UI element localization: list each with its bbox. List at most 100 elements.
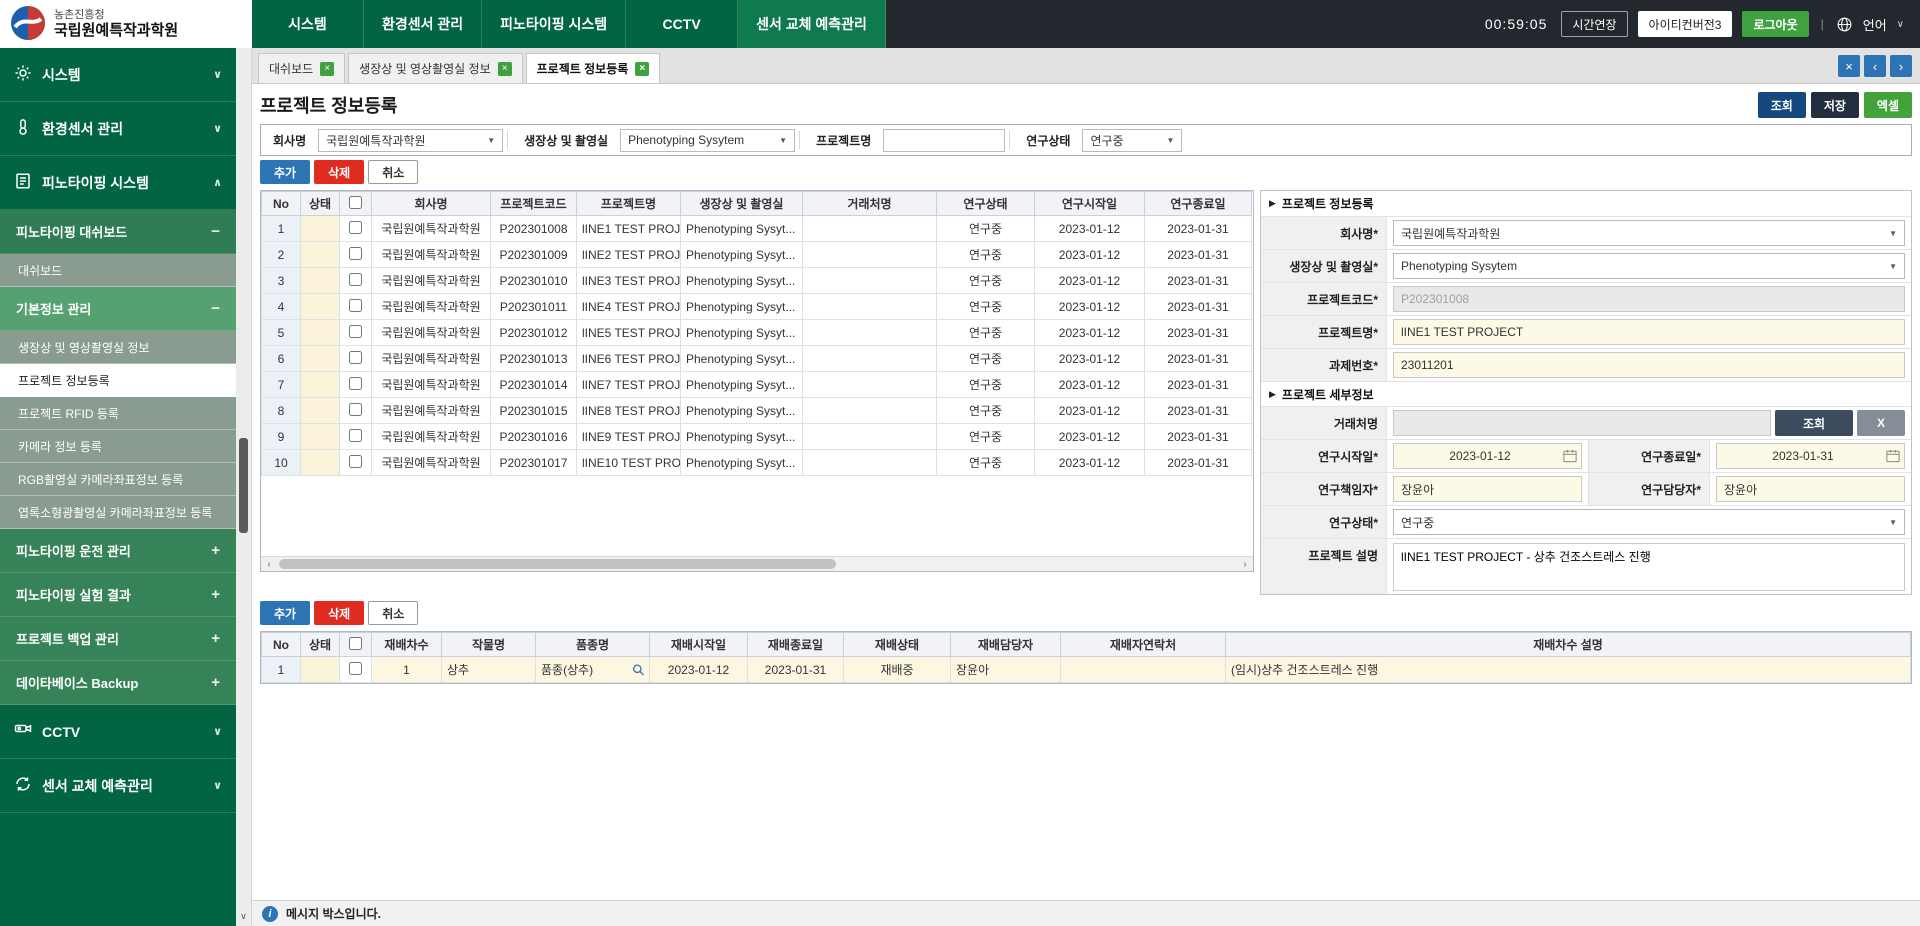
nav-item[interactable]: 시스템 xyxy=(252,0,364,48)
sidebar-item[interactable]: 피노타이핑 시스템∧ xyxy=(0,156,236,210)
globe-icon[interactable] xyxy=(1836,16,1853,33)
next-tab-button[interactable]: › xyxy=(1890,55,1912,77)
table-row[interactable]: 3국립원예특작과학원P202301010lINE3 TEST PROJECTPh… xyxy=(262,268,1252,294)
scrollbar-handle[interactable] xyxy=(239,438,248,533)
table-row[interactable]: 5국립원예특작과학원P202301012lINE5 TEST PROJECTPh… xyxy=(262,320,1252,346)
row-checkbox[interactable] xyxy=(349,662,362,675)
add-crop-row-button[interactable]: 추가 xyxy=(260,601,310,625)
table-row[interactable]: 1국립원예특작과학원P202301008lINE1 TEST PROJECTPh… xyxy=(262,216,1252,242)
filter-status-select[interactable]: 연구중 ▼ xyxy=(1082,129,1182,152)
filter-chamber-select[interactable]: Phenotyping Sysytem ▼ xyxy=(620,129,795,152)
sidebar-item[interactable]: 기본정보 관리− xyxy=(0,287,236,331)
filter-company-select[interactable]: 국립원예특작과학원 ▼ xyxy=(318,129,503,152)
client-clear-button[interactable]: X xyxy=(1857,410,1905,436)
close-tab-button[interactable]: × xyxy=(1838,55,1860,77)
sidebar-item[interactable]: 피노타이핑 운전 관리+ xyxy=(0,529,236,573)
horizontal-scrollbar[interactable]: ‹ › xyxy=(261,556,1253,571)
scroll-right-arrow[interactable]: › xyxy=(1237,559,1253,570)
company-select[interactable]: 국립원예특작과학원 ▼ xyxy=(1393,220,1905,246)
start-date-input[interactable] xyxy=(1393,443,1582,469)
sidebar-item[interactable]: 환경센서 관리∨ xyxy=(0,102,236,156)
sidebar-item[interactable]: 카메라 정보 등록 xyxy=(0,430,236,463)
search-icon[interactable] xyxy=(632,663,645,676)
row-checkbox[interactable] xyxy=(349,221,362,234)
filter-project-input[interactable] xyxy=(883,129,1005,152)
manager-input[interactable] xyxy=(1716,476,1905,502)
cancel-button[interactable]: 취소 xyxy=(368,160,418,184)
project-description-textarea[interactable]: lINE1 TEST PROJECT - 상추 건조스트레스 진행 xyxy=(1393,543,1905,591)
add-row-button[interactable]: 추가 xyxy=(260,160,310,184)
language-label[interactable]: 언어 xyxy=(1863,15,1887,34)
save-button[interactable]: 저장 xyxy=(1811,92,1859,118)
row-checkbox[interactable] xyxy=(349,325,362,338)
row-checkbox[interactable] xyxy=(349,455,362,468)
user-button[interactable]: 아이티컨버전3 xyxy=(1638,11,1733,37)
row-checkbox[interactable] xyxy=(349,299,362,312)
table-row[interactable]: 2국립원예특작과학원P202301009lINE2 TEST PROJECTPh… xyxy=(262,242,1252,268)
table-row[interactable]: 9국립원예특작과학원P202301016lINE9 TEST PROJECTPh… xyxy=(262,424,1252,450)
leader-input[interactable] xyxy=(1393,476,1582,502)
scroll-left-arrow[interactable]: ‹ xyxy=(261,559,277,570)
nav-item[interactable]: 피노타이핑 시스템 xyxy=(482,0,626,48)
table-row[interactable]: 7국립원예특작과학원P202301014lINE7 TEST PROJECTPh… xyxy=(262,372,1252,398)
row-checkbox[interactable] xyxy=(349,273,362,286)
grid-cell: 재배중 xyxy=(844,657,951,683)
excel-button[interactable]: 엑셀 xyxy=(1864,92,1912,118)
table-row[interactable]: 11상추품종(상추)2023-01-122023-01-31재배중장윤아(임시)… xyxy=(262,657,1911,683)
select-all-checkbox[interactable] xyxy=(349,196,362,209)
close-icon[interactable]: × xyxy=(635,62,649,76)
select-all-checkbox[interactable] xyxy=(349,637,362,650)
row-checkbox[interactable] xyxy=(349,247,362,260)
delete-crop-row-button[interactable]: 삭제 xyxy=(314,601,364,625)
chamber-select[interactable]: Phenotyping Sysytem ▼ xyxy=(1393,253,1905,279)
calendar-icon[interactable] xyxy=(1886,449,1900,463)
sidebar-item[interactable]: 대쉬보드 xyxy=(0,254,236,287)
row-checkbox[interactable] xyxy=(349,377,362,390)
sidebar-item[interactable]: 시스템∨ xyxy=(0,48,236,102)
table-row[interactable]: 6국립원예특작과학원P202301013lINE6 TEST PROJECTPh… xyxy=(262,346,1252,372)
sidebar-scrollbar[interactable]: ∨ xyxy=(236,48,252,926)
scrollbar-handle[interactable] xyxy=(279,559,836,569)
sidebar-item[interactable]: 프로젝트 정보등록 xyxy=(0,364,236,397)
project-name-input[interactable] xyxy=(1393,319,1905,345)
tab-item[interactable]: 대쉬보드× xyxy=(258,53,345,83)
calendar-icon[interactable] xyxy=(1563,449,1577,463)
nav-item[interactable]: CCTV xyxy=(626,0,738,48)
close-icon[interactable]: × xyxy=(498,62,512,76)
close-icon[interactable]: × xyxy=(320,62,334,76)
sidebar-item[interactable]: 피노타이핑 실험 결과+ xyxy=(0,573,236,617)
row-checkbox[interactable] xyxy=(349,403,362,416)
cancel-crop-button[interactable]: 취소 xyxy=(368,601,418,625)
sidebar-item[interactable]: 프로젝트 백업 관리+ xyxy=(0,617,236,661)
sidebar-item[interactable]: 생장상 및 영상촬영실 정보 xyxy=(0,331,236,364)
sidebar-item[interactable]: 엽록소형광촬영실 카메라좌표정보 등록 xyxy=(0,496,236,529)
sidebar-item[interactable]: 프로젝트 RFID 등록 xyxy=(0,397,236,430)
sidebar-item[interactable]: 센서 교체 예측관리∨ xyxy=(0,759,236,813)
table-row[interactable]: 4국립원예특작과학원P202301011lINE4 TEST PROJECTPh… xyxy=(262,294,1252,320)
table-row[interactable]: 8국립원예특작과학원P202301015lINE8 TEST PROJECTPh… xyxy=(262,398,1252,424)
row-checkbox[interactable] xyxy=(349,351,362,364)
table-row[interactable]: 10국립원예특작과학원P202301017lINE10 TEST PROJE..… xyxy=(262,450,1252,476)
tab-item[interactable]: 프로젝트 정보등록× xyxy=(526,53,661,83)
sidebar-item[interactable]: 피노타이핑 대쉬보드− xyxy=(0,210,236,254)
row-checkbox[interactable] xyxy=(349,429,362,442)
search-button[interactable]: 조회 xyxy=(1758,92,1806,118)
grid-cell: 2023-01-31 xyxy=(1145,346,1252,372)
sidebar-item[interactable]: CCTV∨ xyxy=(0,705,236,759)
logout-button[interactable]: 로그아웃 xyxy=(1742,11,1808,37)
logo-area[interactable]: 농촌진흥청 국립원예특작과학원 xyxy=(0,0,252,48)
client-search-button[interactable]: 조회 xyxy=(1775,410,1853,436)
task-number-input[interactable] xyxy=(1393,352,1905,378)
nav-item[interactable]: 센서 교체 예측관리 xyxy=(738,0,886,48)
chevron-down-icon[interactable]: ∨ xyxy=(1897,19,1904,30)
scroll-down-arrow[interactable]: ∨ xyxy=(236,911,251,922)
end-date-input[interactable] xyxy=(1716,443,1905,469)
sidebar-item[interactable]: RGB촬영실 카메라좌표정보 등록 xyxy=(0,463,236,496)
prev-tab-button[interactable]: ‹ xyxy=(1864,55,1886,77)
sidebar-item[interactable]: 데이타베이스 Backup+ xyxy=(0,661,236,705)
nav-item[interactable]: 환경센서 관리 xyxy=(364,0,482,48)
tab-item[interactable]: 생장상 및 영상촬영실 정보× xyxy=(348,53,522,83)
delete-row-button[interactable]: 삭제 xyxy=(314,160,364,184)
research-status-select[interactable]: 연구중 ▼ xyxy=(1393,509,1905,535)
extend-time-button[interactable]: 시간연장 xyxy=(1561,11,1627,37)
